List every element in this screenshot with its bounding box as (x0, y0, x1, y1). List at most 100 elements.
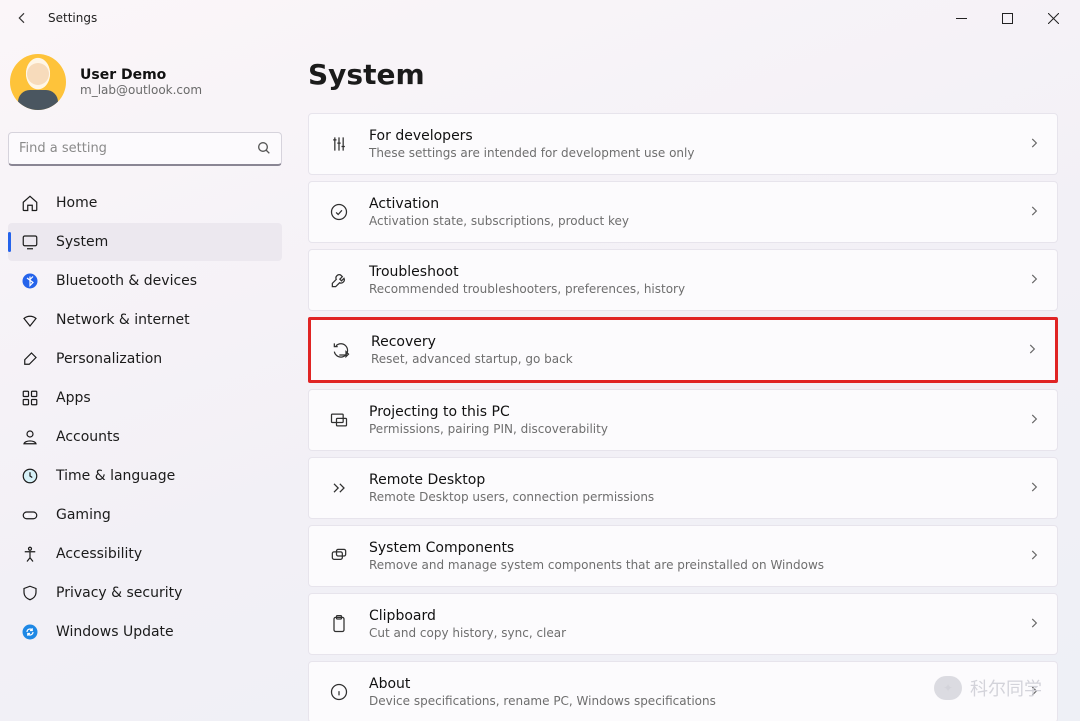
sidebar: User Demo m_lab@outlook.com Home System … (0, 36, 290, 721)
dev-icon (323, 128, 355, 160)
sidebar-item-brush[interactable]: Personalization (8, 340, 282, 378)
brush-icon (20, 349, 40, 369)
chevron-right-icon (1027, 683, 1041, 702)
sidebar-item-label: System (56, 234, 108, 250)
card-subtitle: Cut and copy history, sync, clear (369, 626, 1027, 640)
card-subtitle: Reset, advanced startup, go back (371, 352, 1025, 366)
card-title: Recovery (371, 334, 1025, 350)
card-components[interactable]: System Components Remove and manage syst… (308, 525, 1058, 587)
sidebar-item-home[interactable]: Home (8, 184, 282, 222)
sidebar-item-label: Home (56, 195, 97, 211)
minimize-button[interactable] (938, 2, 984, 34)
main: System For developers These settings are… (290, 36, 1080, 721)
sidebar-item-update[interactable]: Windows Update (8, 613, 282, 651)
activation-icon (323, 196, 355, 228)
card-subtitle: Remote Desktop users, connection permiss… (369, 490, 1027, 504)
card-subtitle: Device specifications, rename PC, Window… (369, 694, 1027, 708)
maximize-button[interactable] (984, 2, 1030, 34)
remote-icon (323, 472, 355, 504)
project-icon (323, 404, 355, 436)
card-subtitle: Recommended troubleshooters, preferences… (369, 282, 1027, 296)
back-button[interactable] (10, 6, 34, 30)
card-body: Clipboard Cut and copy history, sync, cl… (369, 608, 1027, 640)
card-body: Recovery Reset, advanced startup, go bac… (371, 334, 1025, 366)
about-icon (323, 676, 355, 708)
window-controls (938, 2, 1076, 34)
card-body: Activation Activation state, subscriptio… (369, 196, 1027, 228)
wrench-icon (323, 264, 355, 296)
clipboard-icon (323, 608, 355, 640)
privacy-icon (20, 583, 40, 603)
chevron-right-icon (1027, 203, 1041, 222)
gaming-icon (20, 505, 40, 525)
components-icon (323, 540, 355, 572)
sidebar-item-label: Privacy & security (56, 585, 182, 601)
card-subtitle: Remove and manage system components that… (369, 558, 1027, 572)
sidebar-item-apps[interactable]: Apps (8, 379, 282, 417)
chevron-right-icon (1027, 411, 1041, 430)
card-list: For developers These settings are intend… (308, 113, 1058, 721)
sidebar-item-label: Accounts (56, 429, 120, 445)
close-icon (1048, 13, 1059, 24)
user-email: m_lab@outlook.com (80, 83, 202, 97)
card-project[interactable]: Projecting to this PC Permissions, pairi… (308, 389, 1058, 451)
sidebar-item-system[interactable]: System (8, 223, 282, 261)
chevron-right-icon (1027, 615, 1041, 634)
window-title: Settings (48, 11, 97, 25)
card-about[interactable]: About Device specifications, rename PC, … (308, 661, 1058, 721)
sidebar-item-time[interactable]: Time & language (8, 457, 282, 495)
search-icon (256, 140, 272, 160)
maximize-icon (1002, 13, 1013, 24)
card-title: For developers (369, 128, 1027, 144)
user-name: User Demo (80, 67, 202, 83)
sidebar-item-label: Network & internet (56, 312, 190, 328)
card-title: System Components (369, 540, 1027, 556)
sidebar-item-access[interactable]: Accessibility (8, 535, 282, 573)
sidebar-item-bt[interactable]: Bluetooth & devices (8, 262, 282, 300)
wifi-icon (20, 310, 40, 330)
close-button[interactable] (1030, 2, 1076, 34)
card-body: About Device specifications, rename PC, … (369, 676, 1027, 708)
chevron-right-icon (1027, 479, 1041, 498)
card-body: System Components Remove and manage syst… (369, 540, 1027, 572)
card-clipboard[interactable]: Clipboard Cut and copy history, sync, cl… (308, 593, 1058, 655)
profile-block[interactable]: User Demo m_lab@outlook.com (8, 46, 282, 128)
system-icon (20, 232, 40, 252)
search-wrap (8, 132, 282, 166)
chevron-right-icon (1027, 135, 1041, 154)
card-title: About (369, 676, 1027, 692)
card-activation[interactable]: Activation Activation state, subscriptio… (308, 181, 1058, 243)
sidebar-item-label: Accessibility (56, 546, 142, 562)
card-wrench[interactable]: Troubleshoot Recommended troubleshooters… (308, 249, 1058, 311)
minimize-icon (956, 13, 967, 24)
avatar (10, 54, 66, 110)
nav: Home System Bluetooth & devices Network … (8, 184, 282, 651)
sidebar-item-label: Bluetooth & devices (56, 273, 197, 289)
sidebar-item-label: Time & language (56, 468, 175, 484)
card-title: Projecting to this PC (369, 404, 1027, 420)
card-title: Troubleshoot (369, 264, 1027, 280)
card-body: Projecting to this PC Permissions, pairi… (369, 404, 1027, 436)
update-icon (20, 622, 40, 642)
card-dev[interactable]: For developers These settings are intend… (308, 113, 1058, 175)
card-title: Clipboard (369, 608, 1027, 624)
bt-icon (20, 271, 40, 291)
page-title: System (308, 58, 1058, 91)
sidebar-item-gaming[interactable]: Gaming (8, 496, 282, 534)
card-body: Remote Desktop Remote Desktop users, con… (369, 472, 1027, 504)
sidebar-item-account[interactable]: Accounts (8, 418, 282, 456)
card-remote[interactable]: Remote Desktop Remote Desktop users, con… (308, 457, 1058, 519)
chevron-right-icon (1025, 341, 1039, 360)
home-icon (20, 193, 40, 213)
card-title: Remote Desktop (369, 472, 1027, 488)
card-subtitle: Activation state, subscriptions, product… (369, 214, 1027, 228)
sidebar-item-privacy[interactable]: Privacy & security (8, 574, 282, 612)
card-title: Activation (369, 196, 1027, 212)
card-recovery[interactable]: Recovery Reset, advanced startup, go bac… (308, 317, 1058, 383)
search-input[interactable] (8, 132, 282, 166)
sidebar-item-wifi[interactable]: Network & internet (8, 301, 282, 339)
card-subtitle: These settings are intended for developm… (369, 146, 1027, 160)
card-subtitle: Permissions, pairing PIN, discoverabilit… (369, 422, 1027, 436)
chevron-right-icon (1027, 547, 1041, 566)
apps-icon (20, 388, 40, 408)
